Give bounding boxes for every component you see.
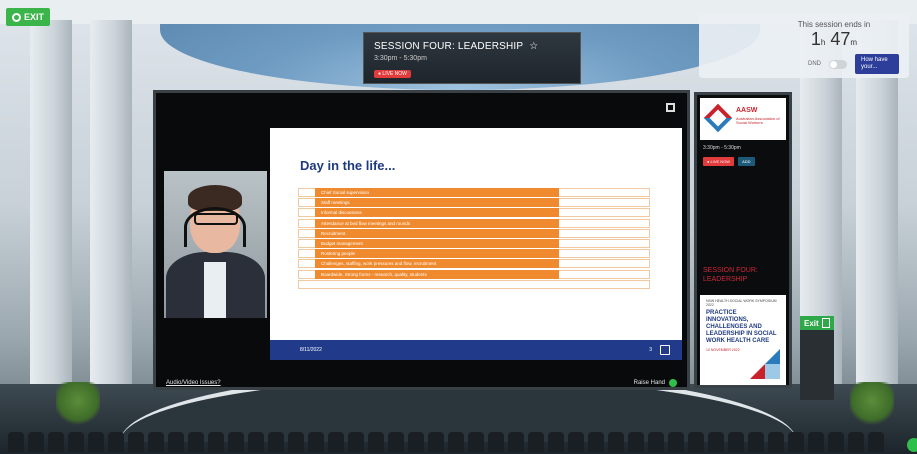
exit-button[interactable]: EXIT xyxy=(6,8,51,26)
slide-row: Chief Social supervision xyxy=(298,188,650,197)
plant xyxy=(850,382,894,428)
slide-footer: 8/11/2022 3 xyxy=(270,340,682,360)
slide-row-label: Challenges, staffing, work pressures and… xyxy=(315,259,559,269)
slide-row-label: Attendance at bed flow meetings and roun… xyxy=(315,218,559,228)
slide-row-label: Budget management xyxy=(315,238,559,248)
speaker-shirt xyxy=(204,262,226,318)
exit-icon xyxy=(12,12,21,22)
dnd-label: DND xyxy=(808,61,821,68)
slide-row-label: Informal discussions xyxy=(315,208,559,218)
screen-controls: Audio/Video Issues? Raise Hand xyxy=(156,376,687,390)
raise-hand-label: Raise Hand xyxy=(633,380,665,386)
side-panel: AASW Australian Association of Social Wo… xyxy=(694,92,792,388)
slide-row-label: Staff meetings xyxy=(315,198,559,208)
exit-sign-label: Exit xyxy=(804,318,819,328)
stand-board xyxy=(800,330,834,400)
side-time: 3:30pm - 5:30pm xyxy=(703,145,741,151)
plant xyxy=(56,382,100,428)
slide-row: Informal discussions xyxy=(298,208,650,218)
book-icon xyxy=(660,345,670,355)
slide-title: Day in the life... xyxy=(300,158,396,173)
side-live-badge: ● LIVE NOW xyxy=(703,157,735,166)
slide-page-number: 3 xyxy=(649,347,652,353)
slide-row: Attendance at bed flow meetings and roun… xyxy=(298,218,650,228)
hand-icon xyxy=(669,379,677,387)
timer-hours-unit: h xyxy=(820,38,826,47)
poster-title: PRACTICE INNOVATIONS, CHALLENGES AND LEA… xyxy=(706,310,777,344)
exit-label: EXIT xyxy=(24,12,45,22)
session-banner: SESSION FOUR: LEADERSHIP ☆ 3:30pm - 5:30… xyxy=(363,32,581,84)
add-to-calendar-button[interactable]: ADD xyxy=(738,157,755,166)
poster-event: NSW HEALTH SOCIAL WORK SYMPOSIUM 2022 xyxy=(706,299,777,307)
guide-button[interactable]: How have your... xyxy=(855,54,899,75)
star-icon[interactable]: ☆ xyxy=(529,41,538,52)
org-logo: AASW Australian Association of Social Wo… xyxy=(700,98,786,140)
dnd-toggle[interactable] xyxy=(829,59,847,69)
slide-list: Chief Social supervision Staff meetings … xyxy=(298,188,650,290)
poster-date: 10 NOVEMBER 2022 xyxy=(706,348,740,353)
aasw-logo-icon xyxy=(703,103,733,133)
seat-row xyxy=(0,432,917,454)
slide-row: Recruitment xyxy=(298,228,650,238)
slide-row xyxy=(298,279,650,289)
chat-fab-icon[interactable] xyxy=(907,438,917,452)
slide-row-label: Rostering people xyxy=(315,249,559,259)
presentation-slide: Day in the life... Chief Social supervis… xyxy=(270,128,682,360)
fullscreen-icon[interactable] xyxy=(666,103,675,112)
timer-minutes-unit: m xyxy=(850,38,858,47)
pillar xyxy=(90,20,132,400)
slide-row-label: Recruitment xyxy=(315,228,559,238)
slide-date: 8/11/2022 xyxy=(300,347,322,353)
session-title: SESSION FOUR: LEADERSHIP xyxy=(374,41,524,52)
poster-graphic xyxy=(750,349,780,379)
slide-row: Staff meetings xyxy=(298,198,650,208)
speaker-video xyxy=(164,171,267,318)
org-subtitle: Australian Association of Social Workers xyxy=(736,116,780,126)
exit-sign[interactable]: Exit xyxy=(800,316,834,330)
timer-minutes: 47 xyxy=(830,29,851,49)
session-time: 3:30pm - 5:30pm xyxy=(374,55,427,62)
slide-row: Rostering people xyxy=(298,249,650,259)
org-name: AASW xyxy=(736,107,758,114)
av-issues-link[interactable]: Audio/Video Issues? xyxy=(166,380,221,386)
exit-figure-icon xyxy=(821,318,830,328)
session-timer: This session ends in 1h 47m DND How have… xyxy=(699,14,909,78)
live-badge: ● LIVE NOW xyxy=(374,70,411,78)
headset-icon xyxy=(184,207,246,247)
timer-label: This session ends in xyxy=(797,20,871,29)
slide-row: Budget management xyxy=(298,238,650,248)
main-screen: Day in the life... Chief Social supervis… xyxy=(153,90,690,390)
side-session-name: SESSION FOUR: LEADERSHIP xyxy=(703,267,758,283)
slide-row: Challenges, staffing, work pressures and… xyxy=(298,259,650,269)
raise-hand-button[interactable]: Raise Hand xyxy=(634,379,677,387)
slide-row-label: Boardwide, Strong forms - research, qual… xyxy=(315,269,559,279)
event-poster: NSW HEALTH SOCIAL WORK SYMPOSIUM 2022 PR… xyxy=(700,295,786,385)
pillar xyxy=(30,20,72,400)
timer-value: 1h 47m xyxy=(769,29,899,50)
timer-hours: 1 xyxy=(810,29,821,49)
slide-row-label: Chief Social supervision xyxy=(315,188,559,197)
slide-row: Boardwide, Strong forms - research, qual… xyxy=(298,269,650,279)
